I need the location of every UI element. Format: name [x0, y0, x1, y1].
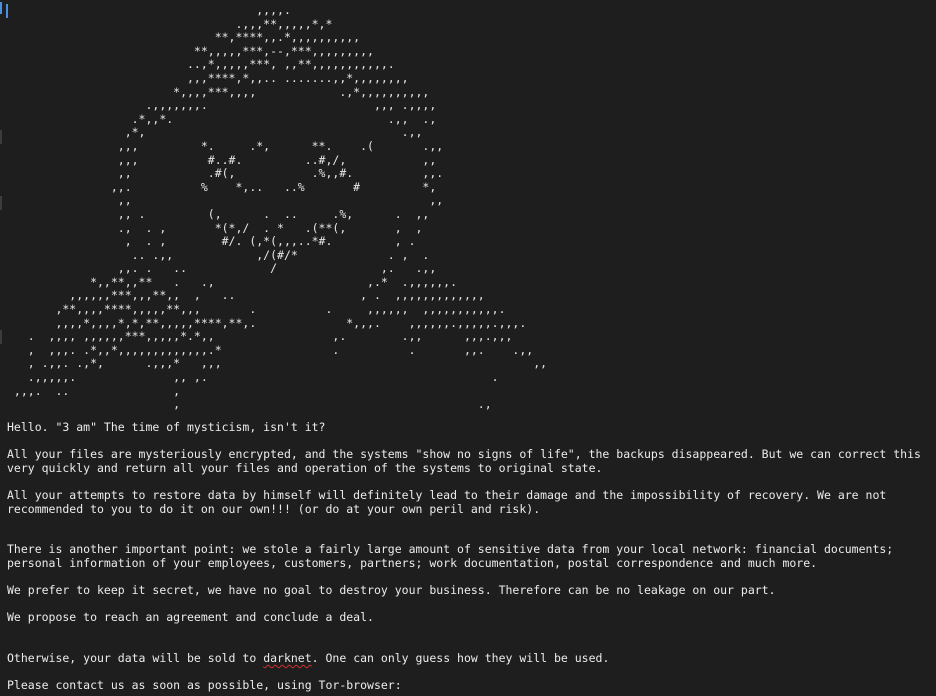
note-line-greeting: Hello. "3 am" The time of mysticism, isn… — [7, 420, 326, 434]
ascii-art-skull: ,,,,. .,,,**,,,,,*,* **,****,,.*,,,,,,,,… — [13, 3, 548, 412]
note-line-warning: All your attempts to restore data by him… — [7, 487, 894, 516]
note-line-encrypted: All your files are mysteriously encrypte… — [7, 447, 928, 475]
text-editor-area[interactable]: ,,,,. .,,,**,,,,,*,* **,****,,.*,,,,,,,,… — [0, 0, 936, 696]
note-line-darknet: Otherwise, your data will be sold to dar… — [7, 651, 932, 666]
misspelled-word[interactable]: darknet — [263, 651, 311, 665]
darknet-text-after: . One can only guess how they will be us… — [311, 651, 610, 666]
ransom-note: Hello. "3 am" The time of mysticism, isn… — [7, 420, 932, 693]
note-line-contact: Please contact us as soon as possible, u… — [7, 678, 402, 693]
note-line-secret: We prefer to keep it secret, we have no … — [7, 583, 776, 598]
gutter — [0, 0, 3, 696]
note-line-deal: We propose to reach an agreement and con… — [7, 610, 374, 625]
darknet-text-before: Otherwise, your data will be sold to — [7, 651, 264, 666]
note-line-stolen-data: There is another important point: we sto… — [7, 542, 901, 570]
